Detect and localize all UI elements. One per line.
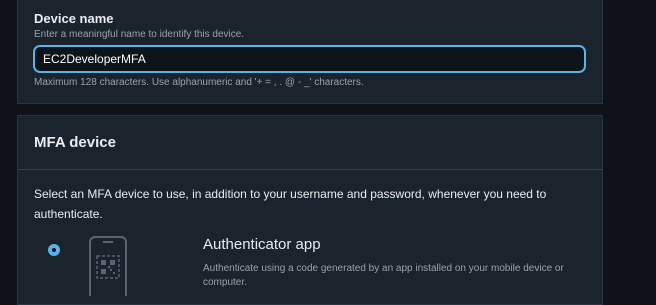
authenticator-app-title: Authenticator app	[203, 236, 321, 253]
mfa-device-panel: MFA device Select an MFA device to use, …	[17, 115, 603, 305]
device-name-label: Device name	[34, 11, 114, 26]
device-name-input[interactable]	[33, 45, 586, 73]
mfa-section-header: MFA device	[18, 116, 602, 170]
mfa-section-description: Select an MFA device to use, in addition…	[34, 187, 547, 221]
phone-qr-icon	[89, 236, 127, 296]
device-name-description: Enter a meaningful name to identify this…	[34, 29, 245, 40]
device-name-constraint: Maximum 128 characters. Use alphanumeric…	[34, 77, 364, 88]
authenticator-app-description: Authenticate using a code generated by a…	[203, 263, 564, 288]
authenticator-app-radio[interactable]	[48, 244, 60, 256]
device-name-panel: Device name Enter a meaningful name to i…	[17, 0, 603, 104]
mfa-section-title: MFA device	[34, 134, 116, 151]
